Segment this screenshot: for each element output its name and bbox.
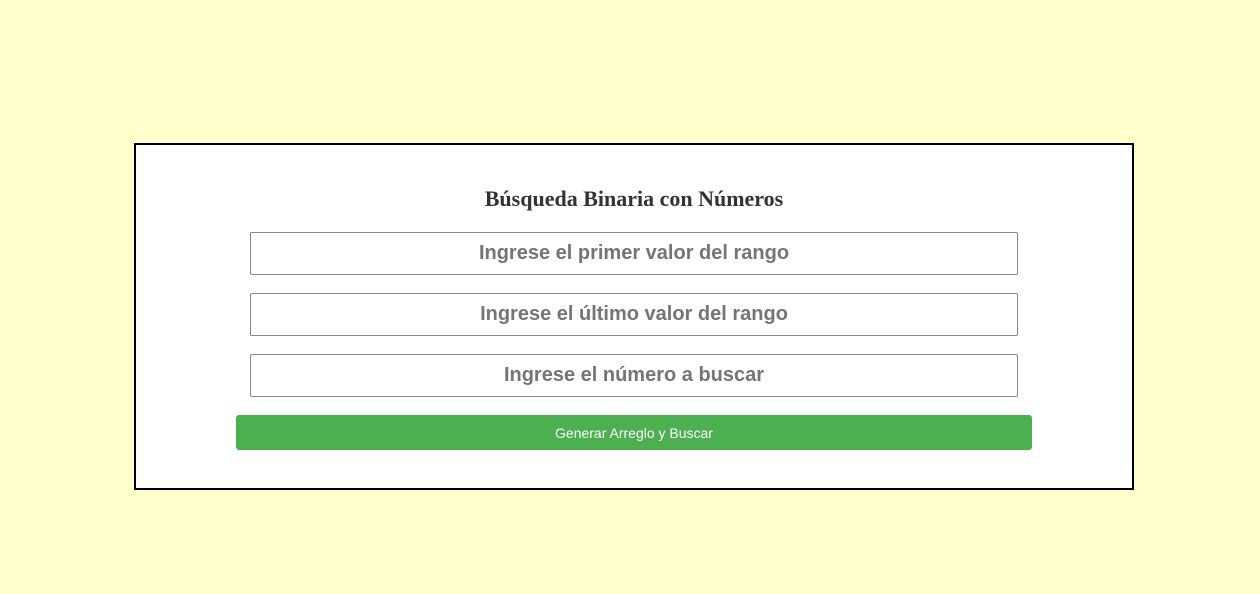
generate-and-search-button[interactable]: Generar Arreglo y Buscar xyxy=(236,415,1032,450)
last-range-value-input[interactable] xyxy=(250,293,1018,336)
first-range-value-input[interactable] xyxy=(250,232,1018,275)
search-card: Búsqueda Binaria con Números Generar Arr… xyxy=(134,143,1134,490)
page-title: Búsqueda Binaria con Números xyxy=(484,186,784,211)
search-number-input[interactable] xyxy=(250,354,1018,397)
